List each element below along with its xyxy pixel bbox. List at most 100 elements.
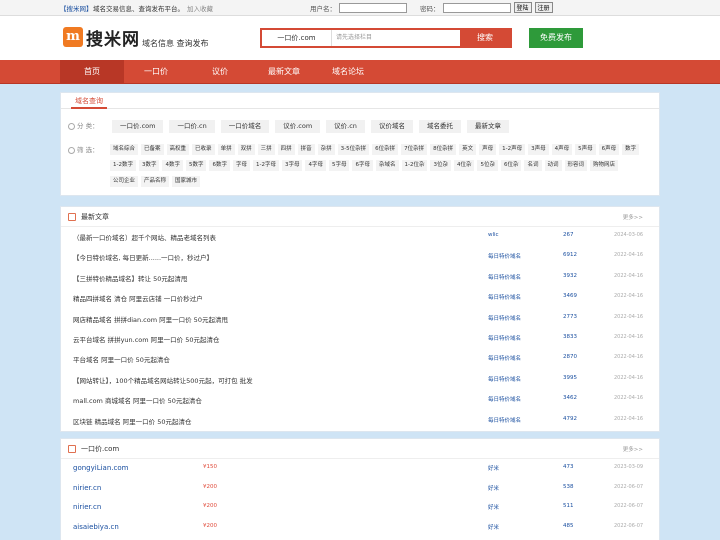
category-tag[interactable]: 议价域名: [370, 120, 413, 133]
article-title-link[interactable]: 平台域名 阿里一口价 50元起清仓: [73, 354, 170, 364]
article-title-link[interactable]: 云平台域名 拼拼yun.com 阿里一口价 50元起清仓: [73, 334, 220, 344]
nav-item-negotiable[interactable]: 议价: [188, 60, 252, 84]
domain-name-link[interactable]: gongyiLian.com: [73, 464, 128, 472]
filter-tag[interactable]: 6声母: [598, 144, 620, 155]
article-category-link[interactable]: wlic: [488, 232, 499, 238]
filter-tag[interactable]: 4数字: [162, 160, 183, 171]
article-category-link[interactable]: 每日特价域名: [488, 416, 521, 424]
article-category-link[interactable]: 每日特价域名: [488, 314, 521, 322]
filter-tag[interactable]: 杂域名: [375, 160, 399, 171]
filter-tag[interactable]: 3数字: [138, 160, 160, 171]
article-title-link[interactable]: 区块链 精品域名 阿里一口价 50元起清仓: [73, 416, 191, 426]
article-title-link[interactable]: mall.com 商城域名 阿里一口价 50元起清仓: [73, 395, 202, 405]
article-category-link[interactable]: 每日特价域名: [488, 252, 521, 260]
free-publish-button[interactable]: 免费发布: [529, 28, 583, 48]
category-tag[interactable]: 一口价.cn: [169, 120, 215, 133]
filter-tag[interactable]: 双拼: [237, 144, 255, 155]
filter-tag[interactable]: 英文: [459, 144, 477, 155]
filter-tag[interactable]: 8位杂拼: [430, 144, 457, 155]
filter-tag[interactable]: 1-2声母: [499, 144, 526, 155]
nav-item-fixed-price[interactable]: 一口价: [124, 60, 188, 84]
filter-tag[interactable]: 1-2位杂: [401, 160, 428, 171]
filter-tag[interactable]: 动词: [544, 160, 562, 171]
filter-tag[interactable]: 购物网店: [590, 160, 619, 171]
filter-tag[interactable]: 3位杂: [430, 160, 451, 171]
article-category-link[interactable]: 每日特价域名: [488, 354, 521, 362]
category-tag[interactable]: 一口价域名: [220, 120, 270, 133]
filter-tag[interactable]: 6位杂: [500, 160, 522, 171]
password-input[interactable]: [442, 2, 511, 13]
nav-item-home[interactable]: 首页: [60, 60, 124, 84]
domain-seller-link[interactable]: 好米: [488, 464, 499, 472]
article-title-link[interactable]: 【网站转让】，100个精品域名网站转让500元起，可打包 批发: [73, 375, 253, 385]
filter-tag[interactable]: 4字母: [305, 160, 326, 171]
article-category-link[interactable]: 每日特价域名: [488, 395, 521, 403]
filter-tag[interactable]: 1-2字母: [253, 160, 279, 171]
logo-icon[interactable]: m: [63, 27, 83, 47]
filter-tag[interactable]: 1-2数字: [110, 160, 136, 171]
category-tag[interactable]: 一口价.com: [112, 120, 164, 133]
filter-tag[interactable]: 6字母: [352, 160, 373, 171]
domain-seller-link[interactable]: 好米: [488, 503, 499, 511]
filter-tag[interactable]: 5位杂: [477, 160, 498, 171]
site-brand[interactable]: 【搜米网】: [60, 3, 93, 13]
article-category-link[interactable]: 每日特价域名: [488, 375, 521, 383]
domain-seller-link[interactable]: 好米: [488, 484, 499, 492]
search-category-select[interactable]: 一口价.com: [262, 30, 332, 46]
domain-seller-link[interactable]: 好米: [488, 523, 499, 531]
filter-tag[interactable]: 四拼: [277, 144, 295, 155]
filter-tag[interactable]: 7位杂拼: [401, 144, 428, 155]
article-category-link[interactable]: 每日特价域名: [488, 293, 521, 301]
filter-tag[interactable]: 4位杂: [453, 160, 475, 171]
filter-tag[interactable]: 3声母: [528, 144, 549, 155]
article-title-link[interactable]: 网店精品域名 拼拼dian.com 阿里一口价 50元起清甩: [73, 314, 228, 324]
filter-tag[interactable]: 公司企业: [110, 176, 139, 187]
add-favorite-link[interactable]: 加入收藏: [187, 3, 213, 13]
filter-tag[interactable]: 4声母: [551, 144, 573, 155]
filter-tag[interactable]: 三拼: [257, 144, 275, 155]
category-tag[interactable]: 议价.cn: [326, 120, 365, 133]
article-category-link[interactable]: 每日特价域名: [488, 334, 521, 342]
filter-tag[interactable]: 6数字: [209, 160, 230, 171]
domain-name-link[interactable]: nirier.cn: [73, 484, 101, 492]
category-tag[interactable]: 议价.com: [275, 120, 321, 133]
filter-tag[interactable]: 声母: [479, 144, 497, 155]
nav-item-forum[interactable]: 域名论坛: [316, 60, 380, 84]
username-input[interactable]: [339, 2, 407, 13]
filter-tag[interactable]: 形容词: [564, 160, 588, 171]
search-button[interactable]: 搜索: [460, 30, 510, 46]
fixed-price-com-more-link[interactable]: 更多>>: [623, 445, 643, 453]
logo-text[interactable]: 搜米网: [86, 25, 140, 50]
filter-tag[interactable]: 5数字: [185, 160, 207, 171]
nav-item-articles[interactable]: 最新文章: [252, 60, 316, 84]
filter-tag[interactable]: 拼音: [297, 144, 315, 155]
latest-articles-more-link[interactable]: 更多>>: [623, 213, 643, 221]
filter-tag[interactable]: 字母: [232, 160, 250, 171]
article-title-link[interactable]: 精品四拼域名 清仓 阿里云店铺 一口价秒过户: [73, 293, 203, 303]
domain-name-link[interactable]: aisaiebiya.cn: [73, 523, 119, 531]
filter-tag[interactable]: 域名综合: [110, 144, 139, 155]
filter-tag[interactable]: 3-5位杂拼: [337, 144, 370, 155]
login-button[interactable]: 登陆: [513, 2, 532, 13]
filter-tag[interactable]: 5声母: [575, 144, 596, 155]
filter-tag[interactable]: 3字母: [281, 160, 303, 171]
tab-domain-query[interactable]: 域名查询: [71, 93, 107, 109]
article-category-link[interactable]: 每日特价域名: [488, 273, 521, 281]
filter-tag[interactable]: 6位杂拼: [372, 144, 399, 155]
filter-tag[interactable]: 国家城市: [172, 176, 201, 187]
category-tag[interactable]: 最新文章: [466, 120, 509, 133]
filter-tag[interactable]: 高权重: [166, 144, 190, 155]
article-title-link[interactable]: 【今日特价域名, 每日更新......一口价，秒过户】: [73, 252, 213, 262]
filter-tag[interactable]: 杂拼: [317, 144, 335, 155]
filter-tag[interactable]: 产品名称: [141, 176, 170, 187]
filter-tag[interactable]: 已备案: [141, 144, 164, 155]
filter-tag[interactable]: 5字母: [328, 160, 350, 171]
filter-tag[interactable]: 名词: [524, 160, 542, 171]
filter-tag[interactable]: 单拼: [217, 144, 235, 155]
article-title-link[interactable]: 【三拼特价精品域名】转让 50元起清甩: [73, 273, 187, 283]
article-title-link[interactable]: （最新一口价域名）超千个网站、精品老域名列表: [73, 232, 216, 242]
filter-tag[interactable]: 已收录: [192, 144, 215, 155]
register-button[interactable]: 注册: [534, 2, 553, 13]
domain-name-link[interactable]: nirier.cn: [73, 503, 101, 511]
search-input[interactable]: 请先选择栏目: [332, 30, 460, 46]
